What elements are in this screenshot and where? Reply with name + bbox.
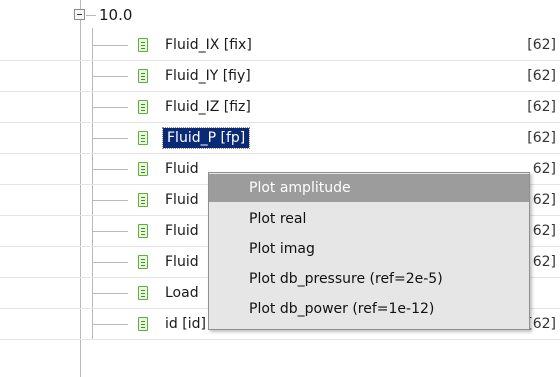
tree-connector [92, 324, 128, 325]
tree-row-label: Fluid [165, 192, 199, 208]
tree-connector [92, 92, 93, 108]
tree-row-label: Fluid_P [fp] [161, 127, 251, 149]
tree-row-fluid-iz[interactable]: Fluid_IZ [fiz] [62] [0, 92, 560, 123]
result-leaf-icon [138, 224, 148, 238]
tree-connector [92, 45, 128, 46]
tree-connector [92, 309, 93, 325]
tree-connector [92, 169, 128, 170]
tree-connector [92, 216, 93, 232]
tree-row-label: Fluid [165, 223, 199, 239]
tree-connector [92, 262, 128, 263]
result-leaf-icon [138, 69, 148, 83]
tree-row-count: [62] [527, 99, 556, 115]
tree-row-label: Fluid_IZ [fiz] [165, 99, 251, 115]
tree-connector [86, 15, 96, 16]
tree-connector [92, 123, 93, 139]
tree-row-label: Fluid [165, 161, 199, 177]
tree-row-count: 62] [532, 192, 556, 208]
tree-row-fluid-iy[interactable]: Fluid_IY [fiy] [62] [0, 61, 560, 92]
tree-connector [92, 247, 93, 263]
collapse-icon[interactable] [74, 9, 85, 20]
tree-connector [92, 231, 128, 232]
tree-row-fluid-ix[interactable]: Fluid_IX [fix] [62] [0, 30, 560, 61]
menu-item-plot-db-pressure[interactable]: Plot db_pressure (ref=2e-5) [209, 265, 529, 293]
tree-connector [92, 154, 93, 170]
tree-connector [92, 61, 93, 77]
result-leaf-icon [138, 100, 148, 114]
tree-row-label: Fluid_IX [fix] [165, 37, 252, 53]
tree-connector [92, 293, 128, 294]
tree-connector [92, 278, 93, 294]
tree-connector [92, 138, 128, 139]
tree-row-count: 62] [532, 223, 556, 239]
tree-row-label: id [id] [165, 316, 206, 332]
result-leaf-icon [138, 193, 148, 207]
tree-row-label: Fluid [165, 254, 199, 270]
tree-row-count: 62] [532, 161, 556, 177]
tree-connector [92, 200, 128, 201]
result-leaf-icon [138, 38, 148, 52]
context-menu: Plot amplitude Plot real Plot imag Plot … [208, 172, 530, 330]
menu-item-plot-real[interactable]: Plot real [209, 205, 529, 233]
tree-row-count: [62] [527, 68, 556, 84]
tree-row-count: [62] [527, 130, 556, 146]
tree-row-count: [62] [527, 37, 556, 53]
menu-item-plot-imag[interactable]: Plot imag [209, 235, 529, 263]
tree-row-count: 62] [532, 254, 556, 270]
tree-row-label: Load [165, 285, 199, 301]
tree-row-count: [62] [527, 316, 556, 332]
tree-row-label: Fluid_IY [fiy] [165, 68, 251, 84]
result-leaf-icon [138, 317, 148, 331]
tree-connector [92, 107, 128, 108]
tree-node-10[interactable]: 10.0 [0, 3, 560, 29]
tree-row-fluid-p[interactable]: Fluid_P [fp] [62] [0, 123, 560, 154]
menu-item-plot-db-power[interactable]: Plot db_power (ref=1e-12) [209, 295, 529, 323]
result-leaf-icon [138, 162, 148, 176]
tree-connector [92, 30, 93, 46]
result-leaf-icon [138, 255, 148, 269]
menu-item-plot-amplitude[interactable]: Plot amplitude [209, 174, 529, 202]
result-leaf-icon [138, 286, 148, 300]
tree-connector [92, 185, 93, 201]
tree-connector [92, 76, 128, 77]
tree-node-label: 10.0 [99, 6, 133, 24]
result-leaf-icon [138, 131, 148, 145]
